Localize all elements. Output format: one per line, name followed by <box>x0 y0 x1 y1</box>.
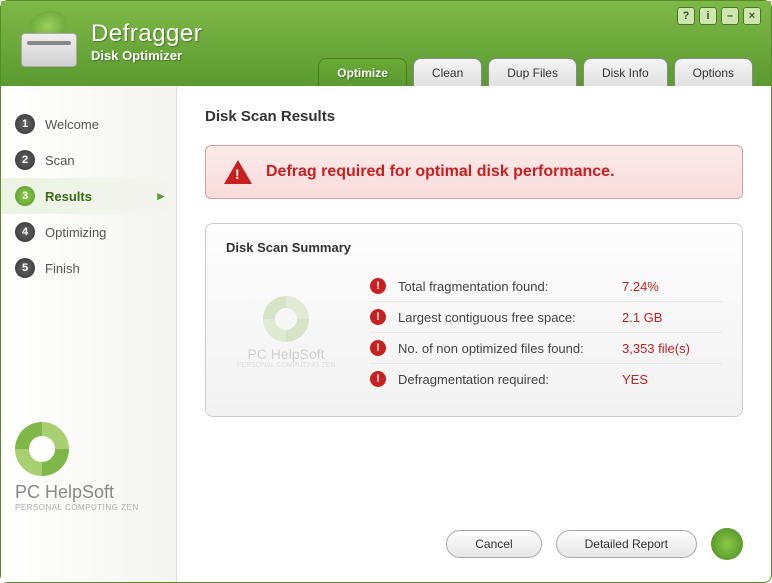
row-fragmentation: ! Total fragmentation found: 7.24% <box>370 271 722 302</box>
step-label: Results <box>45 189 92 204</box>
step-label: Welcome <box>45 117 99 132</box>
header: ? i – × Defragger Disk Optimizer Optimiz… <box>1 1 771 86</box>
app-title: Defragger <box>91 20 202 48</box>
tabs: Optimize Clean Dup Files Disk Info Optio… <box>318 58 753 86</box>
brand-name: PC HelpSoft <box>15 482 114 503</box>
error-icon: ! <box>370 371 386 387</box>
close-button[interactable]: × <box>743 7 761 25</box>
app-icon <box>21 15 77 67</box>
step-welcome[interactable]: 1 Welcome <box>1 106 176 142</box>
app-title-block: Defragger Disk Optimizer <box>91 20 202 63</box>
sidebar-footer: PC HelpSoft PERSONAL COMPUTING ZEN <box>1 402 176 582</box>
step-optimizing[interactable]: 4 Optimizing <box>1 214 176 250</box>
content: Disk Scan Results Defrag required for op… <box>177 86 771 582</box>
brand-logo: PC HelpSoft PERSONAL COMPUTING ZEN <box>15 422 162 512</box>
row-freespace: ! Largest contiguous free space: 2.1 GB <box>370 302 722 333</box>
step-number: 2 <box>15 150 35 170</box>
swirl-icon <box>15 422 69 476</box>
warning-icon <box>224 160 252 184</box>
brand-tagline: PERSONAL COMPUTING ZEN <box>15 503 139 512</box>
titlebar-buttons: ? i – × <box>677 7 761 25</box>
watermark-name: PC HelpSoft <box>247 346 324 362</box>
row-value: 2.1 GB <box>622 310 722 325</box>
row-value: 7.24% <box>622 279 722 294</box>
row-label: Largest contiguous free space: <box>398 310 622 325</box>
alert-banner: Defrag required for optimal disk perform… <box>205 145 743 199</box>
info-button[interactable]: i <box>699 7 717 25</box>
step-number: 3 <box>15 186 35 206</box>
page-title: Disk Scan Results <box>205 108 743 125</box>
tab-dupfiles[interactable]: Dup Files <box>488 58 577 86</box>
watermark-logo: PC HelpSoft PERSONAL COMPUTING ZEN <box>226 296 346 369</box>
summary-rows: ! Total fragmentation found: 7.24% ! Lar… <box>370 271 722 394</box>
step-label: Finish <box>45 261 80 276</box>
detailed-report-button[interactable]: Detailed Report <box>556 530 697 558</box>
error-icon: ! <box>370 278 386 294</box>
alert-text: Defrag required for optimal disk perform… <box>266 163 615 181</box>
error-icon: ! <box>370 340 386 356</box>
go-button[interactable] <box>711 528 743 560</box>
swirl-icon <box>263 296 309 342</box>
step-label: Optimizing <box>45 225 106 240</box>
footer-buttons: Cancel Detailed Report <box>446 528 743 560</box>
step-results[interactable]: 3 Results <box>1 178 176 214</box>
row-nonoptimized: ! No. of non optimized files found: 3,35… <box>370 333 722 364</box>
app-subtitle: Disk Optimizer <box>91 48 202 63</box>
step-number: 5 <box>15 258 35 278</box>
summary-title: Disk Scan Summary <box>226 240 722 255</box>
row-label: Defragmentation required: <box>398 372 622 387</box>
cancel-button[interactable]: Cancel <box>446 530 541 558</box>
step-scan[interactable]: 2 Scan <box>1 142 176 178</box>
step-number: 4 <box>15 222 35 242</box>
help-button[interactable]: ? <box>677 7 695 25</box>
body: 1 Welcome 2 Scan 3 Results 4 Optimizing … <box>1 86 771 582</box>
row-label: Total fragmentation found: <box>398 279 622 294</box>
minimize-button[interactable]: – <box>721 7 739 25</box>
step-number: 1 <box>15 114 35 134</box>
tab-clean[interactable]: Clean <box>413 58 482 86</box>
row-defragrequired: ! Defragmentation required: YES <box>370 364 722 394</box>
watermark-tagline: PERSONAL COMPUTING ZEN <box>237 362 336 369</box>
row-label: No. of non optimized files found: <box>398 341 622 356</box>
row-value: YES <box>622 372 722 387</box>
step-label: Scan <box>45 153 75 168</box>
sidebar: 1 Welcome 2 Scan 3 Results 4 Optimizing … <box>1 86 177 582</box>
row-value: 3,353 file(s) <box>622 341 722 356</box>
step-finish[interactable]: 5 Finish <box>1 250 176 286</box>
tab-diskinfo[interactable]: Disk Info <box>583 58 668 86</box>
tab-optimize[interactable]: Optimize <box>318 58 407 86</box>
tab-options[interactable]: Options <box>674 58 753 86</box>
summary-panel: Disk Scan Summary PC HelpSoft PERSONAL C… <box>205 223 743 417</box>
error-icon: ! <box>370 309 386 325</box>
